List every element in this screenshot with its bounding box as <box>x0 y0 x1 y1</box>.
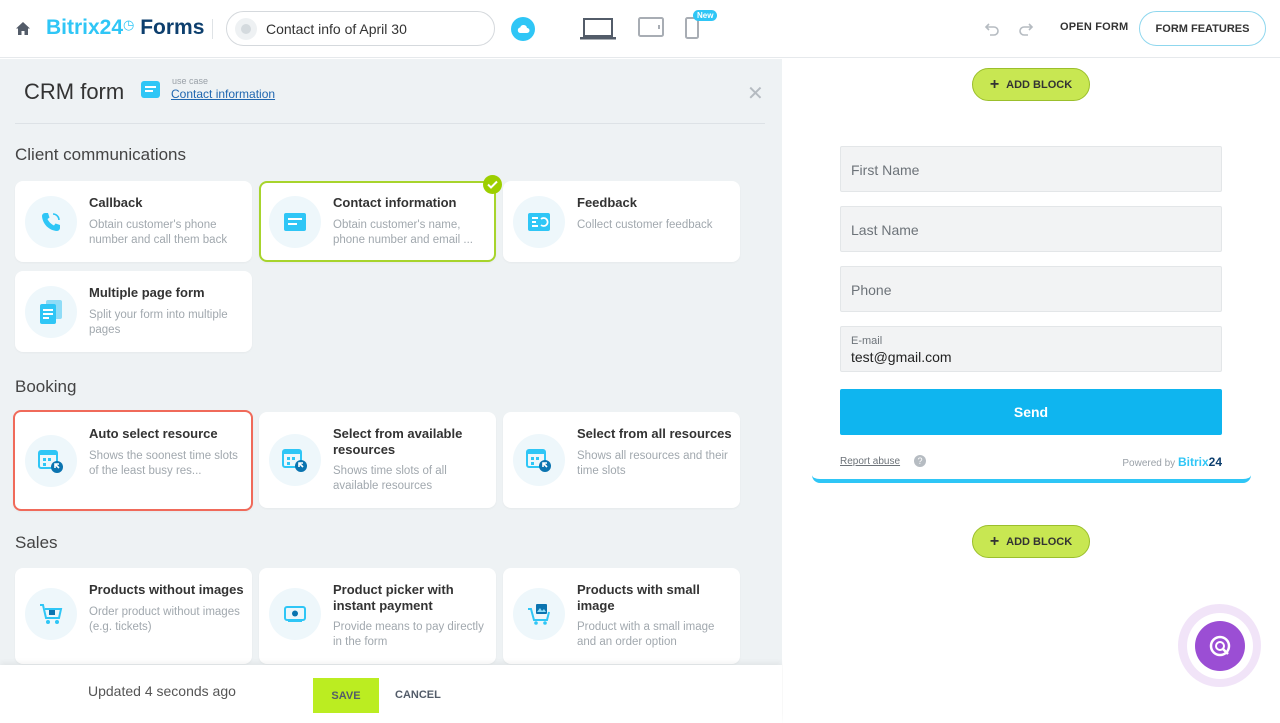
panel-footer: Updated 4 seconds ago SAVE CANCEL <box>0 665 782 723</box>
report-abuse-link[interactable]: Report abuse <box>840 456 900 467</box>
brand-product: Forms <box>140 16 205 39</box>
card-multiple-page-form[interactable]: Multiple page form Split your form into … <box>15 271 252 352</box>
email-label: E-mail <box>851 335 883 347</box>
form-icon <box>269 196 321 248</box>
updated-status: Updated 4 seconds ago <box>88 683 236 699</box>
phone-icon <box>25 196 77 248</box>
powered-by-label: Powered by <box>1122 458 1176 469</box>
widget-ring <box>1186 612 1253 679</box>
last-name-field[interactable]: Last Name <box>840 206 1222 252</box>
section-title-booking: Booking <box>15 377 77 396</box>
card-title: Contact information <box>333 195 457 210</box>
card-description: Provide means to pay directly in the for… <box>333 621 484 648</box>
card-title: Auto select resource <box>89 426 218 441</box>
calendar-icon <box>25 435 77 487</box>
help-icon[interactable]: ? <box>914 455 926 467</box>
powered-brand: Bitrix <box>1177 455 1209 469</box>
calendar-icon <box>513 434 565 486</box>
card-feedback[interactable]: Feedback Collect customer feedback <box>503 181 740 262</box>
card-title: Products without images <box>89 582 244 597</box>
first-name-field[interactable]: First Name <box>840 146 1222 192</box>
calendar-icon <box>269 434 321 486</box>
card-contact-information[interactable]: Contact information Obtain customer's na… <box>259 175 502 262</box>
cart-icon <box>25 588 77 640</box>
card-description: Shows time slots of all available resour… <box>333 465 447 492</box>
divider <box>212 19 213 39</box>
form-features-button[interactable]: FORM FEATURES <box>1139 11 1266 46</box>
cloud-sync-icon[interactable] <box>511 17 535 41</box>
brand-logo: Bitrix24◷ Forms <box>46 16 204 40</box>
add-block-label: ADD BLOCK <box>1006 535 1073 548</box>
card-description: Order product without images (e.g. ticke… <box>89 606 240 633</box>
image-cart-icon <box>513 588 565 640</box>
open-form-link[interactable]: OPEN FORM <box>1060 21 1128 33</box>
last-name-placeholder: Last Name <box>851 222 919 238</box>
powered-brand-number: 24 <box>1208 455 1222 469</box>
form-title: Contact info of April 30 <box>266 20 407 37</box>
first-name-placeholder: First Name <box>851 162 920 178</box>
card-description: Product with a small image and an order … <box>577 621 715 648</box>
crm-form-panel: CRM form use case Contact information ✕ … <box>0 59 782 723</box>
card-auto-select-resource[interactable]: Auto select resource Shows the soonest t… <box>13 410 253 511</box>
form-title-field[interactable]: Contact info of April 30 <box>226 11 495 46</box>
add-block-label: ADD BLOCK <box>1006 78 1073 91</box>
powered-by: Powered by Bitrix24 <box>1122 455 1222 469</box>
send-button[interactable]: Send <box>840 389 1222 435</box>
card-callback[interactable]: Callback Obtain customer's phone number … <box>15 181 252 262</box>
phone-field[interactable]: Phone <box>840 266 1222 312</box>
plus-icon: + <box>989 532 1000 550</box>
form-card: First Name Last Name Phone E-mail test@g… <box>812 129 1251 483</box>
card-description: Shows the soonest time slots of the leas… <box>89 450 238 477</box>
section-title-sales: Sales <box>15 533 58 552</box>
undo-icon[interactable] <box>984 20 1000 36</box>
home-icon[interactable] <box>14 20 32 38</box>
divider <box>15 123 765 124</box>
add-block-button-bottom[interactable]: + ADD BLOCK <box>972 525 1090 558</box>
card-description: Obtain customer's phone number and call … <box>89 219 228 246</box>
card-products-with-small-image[interactable]: Products with small image Product with a… <box>503 568 740 664</box>
card-title: Callback <box>89 195 143 210</box>
feedback-icon <box>513 196 565 248</box>
redo-icon[interactable] <box>1018 20 1034 36</box>
payment-icon <box>269 588 321 640</box>
plus-icon: + <box>989 75 1000 93</box>
close-icon[interactable]: ✕ <box>747 84 764 104</box>
card-title: Product picker with instant payment <box>333 582 454 613</box>
top-bar: Bitrix24◷ Forms Contact info of April 30… <box>0 0 1280 58</box>
card-description: Shows all resources and their time slots <box>577 450 728 477</box>
card-product-picker[interactable]: Product picker with instant payment Prov… <box>259 568 496 664</box>
usecase-link[interactable]: Contact information <box>171 87 275 101</box>
card-description: Obtain customer's name, phone number and… <box>333 219 474 246</box>
card-title: Products with small image <box>577 582 700 613</box>
panel-title: CRM form <box>24 79 125 104</box>
card-title: Feedback <box>577 195 637 210</box>
card-title: Multiple page form <box>89 285 205 300</box>
email-field[interactable]: E-mail test@gmail.com <box>840 326 1222 372</box>
checkmark-icon <box>483 175 502 194</box>
cancel-button[interactable]: CANCEL <box>395 689 441 701</box>
pages-icon <box>25 286 77 338</box>
chat-widget-icon <box>1194 620 1245 671</box>
section-title-client: Client communications <box>15 145 187 164</box>
card-products-without-images[interactable]: Products without images Order product wi… <box>15 568 252 664</box>
add-block-button-top[interactable]: + ADD BLOCK <box>972 68 1090 101</box>
card-description: Collect customer feedback <box>577 219 713 231</box>
email-value: test@gmail.com <box>851 349 952 365</box>
new-badge: New <box>693 10 718 21</box>
chat-widget-button[interactable] <box>1178 604 1261 687</box>
clock-icon: ◷ <box>123 17 135 32</box>
usecase-label: use case <box>172 76 209 86</box>
save-button[interactable]: SAVE <box>313 678 379 713</box>
card-select-from-all[interactable]: Select from all resources Shows all reso… <box>503 412 740 508</box>
usecase-form-icon <box>141 81 160 98</box>
brand-name: Bitrix24 <box>46 16 124 39</box>
card-select-from-available[interactable]: Select from available resources Shows ti… <box>259 412 496 508</box>
laptop-view-icon[interactable] <box>580 17 616 41</box>
tablet-view-icon[interactable] <box>638 17 664 37</box>
card-description: Split your form into multiple pages <box>89 309 228 336</box>
card-title: Select from all resources <box>577 426 732 441</box>
phone-placeholder: Phone <box>851 282 892 298</box>
form-avatar-icon <box>235 17 257 40</box>
card-title: Select from available resources <box>333 426 463 457</box>
